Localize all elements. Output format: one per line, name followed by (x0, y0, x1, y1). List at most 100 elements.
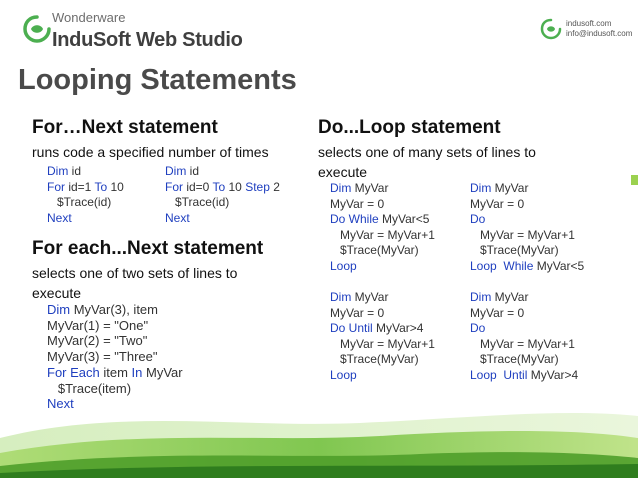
loop-until-code-sample: Dim MyVar MyVar = 0 Do MyVar = MyVar+1 $Tr… (470, 290, 578, 383)
for-next-code-sample-a: Dim id For id=1 To 10 $Trace(id) Next (47, 164, 124, 226)
code-line: Do (470, 321, 578, 337)
code-text: MyVar<5 (533, 258, 585, 273)
code-keyword: Next (165, 210, 190, 225)
do-while-code-sample: Dim MyVar MyVar = 0 Do While MyVar<5 MyVar… (330, 181, 435, 274)
code-line: MyVar = 0 (470, 197, 584, 213)
code-line: Dim MyVar(3), item (47, 302, 183, 318)
code-keyword: Dim (47, 302, 71, 317)
code-keyword: Dim (330, 181, 352, 195)
code-text: $Trace(item) (47, 380, 132, 396)
code-line: MyVar = 0 (470, 306, 578, 322)
code-text: MyVar (142, 364, 183, 380)
code-text: 2 (269, 179, 280, 194)
code-line: Loop (330, 259, 435, 275)
do-until-code-sample: Dim MyVar MyVar = 0 Do Until MyVar>4 MyVar… (330, 290, 435, 383)
code-text: MyVar (491, 290, 529, 304)
code-keyword: Loop Until (470, 367, 528, 382)
code-text: MyVar(2) = "Two" (47, 333, 148, 349)
code-text: MyVar = 0 (470, 305, 525, 320)
code-text: $Trace(MyVar) (330, 243, 419, 257)
code-text: MyVar (351, 290, 389, 304)
for-each-heading: For each...Next statement (32, 238, 264, 259)
code-keyword: To (94, 179, 108, 194)
code-line: Do Until MyVar>4 (330, 321, 435, 337)
code-line: MyVar = MyVar+1 (330, 228, 435, 244)
code-line: $Trace(MyVar) (330, 243, 435, 259)
code-line: MyVar = MyVar+1 (330, 337, 435, 353)
code-text: id=0 (183, 179, 213, 194)
code-text: MyVar>4 (527, 367, 579, 382)
code-text: item (99, 364, 132, 380)
page-title: Looping Statements (18, 64, 297, 96)
code-keyword: In (131, 364, 143, 380)
contact-email: info@indusoft.com (566, 29, 633, 38)
code-text: MyVar(1) = "One" (47, 317, 149, 333)
code-line: For id=1 To 10 (47, 180, 124, 196)
code-text: MyVar = 0 (330, 196, 385, 211)
code-keyword: Do (470, 212, 486, 226)
code-text: $Trace(MyVar) (470, 243, 559, 257)
edge-decoration (631, 175, 638, 185)
code-text: MyVar (351, 181, 389, 195)
code-keyword: Loop (330, 258, 357, 273)
code-line: Dim MyVar (330, 290, 435, 306)
code-keyword: Dim (330, 290, 352, 304)
code-line: Loop While MyVar<5 (470, 259, 584, 275)
code-text: $Trace(id) (47, 195, 112, 209)
brand-top: Wonderware (52, 10, 126, 25)
code-line: Dim MyVar (470, 290, 578, 306)
code-line: Do While MyVar<5 (330, 212, 435, 228)
code-text: MyVar (491, 181, 529, 195)
code-line: Do (470, 212, 584, 228)
for-next-heading: For…Next statement (32, 117, 218, 138)
code-text: 10 (225, 179, 246, 194)
code-keyword: To (212, 179, 226, 194)
code-keyword: For (165, 179, 183, 194)
code-text: $Trace(MyVar) (330, 352, 419, 366)
code-line: $Trace(id) (165, 195, 280, 211)
code-keyword: Do While (330, 212, 379, 226)
code-line: $Trace(MyVar) (470, 243, 584, 259)
code-line: MyVar = MyVar+1 (470, 337, 578, 353)
code-line: $Trace(item) (47, 381, 183, 397)
code-line: Dim MyVar (330, 181, 435, 197)
brand-main: InduSoft Web Studio (52, 29, 243, 51)
code-text: MyVar = 0 (330, 305, 385, 320)
code-line: Loop (330, 368, 435, 384)
code-line: For Each item In MyVar (47, 365, 183, 381)
code-text: MyVar<5 (378, 212, 430, 226)
code-line: MyVar(3) = "Three" (47, 349, 183, 365)
code-line: MyVar(1) = "One" (47, 318, 183, 334)
code-text: MyVar>4 (372, 321, 424, 335)
code-line: For id=0 To 10 Step 2 (165, 180, 280, 196)
code-line: Dim id (47, 164, 124, 180)
code-text: $Trace(id) (165, 195, 230, 209)
code-text: MyVar = MyVar+1 (470, 336, 575, 351)
do-loop-heading: Do...Loop statement (318, 117, 501, 138)
code-line: $Trace(MyVar) (330, 352, 435, 368)
code-text: id (186, 164, 200, 178)
code-line: Dim id (165, 164, 280, 180)
for-each-code-sample: Dim MyVar(3), item MyVar(1) = "One" MyVar(… (47, 302, 183, 412)
code-text: MyVar(3) = "Three" (47, 349, 158, 365)
code-keyword: Dim (470, 181, 492, 195)
code-keyword: Dim (165, 164, 187, 178)
contact-web: indusoft.com (566, 19, 612, 28)
code-text: MyVar = 0 (470, 196, 525, 211)
code-keyword: For Each (47, 364, 100, 380)
code-line: MyVar = 0 (330, 306, 435, 322)
code-keyword: Next (47, 210, 72, 225)
loop-while-code-sample: Dim MyVar MyVar = 0 Do MyVar = MyVar+1 $Tr… (470, 181, 584, 274)
for-each-description: selects one of two sets of lines to exec… (32, 265, 238, 301)
indusoft-logo-icon (23, 15, 51, 43)
code-line: Next (165, 211, 280, 227)
code-line: MyVar = MyVar+1 (470, 228, 584, 244)
code-text: MyVar = MyVar+1 (330, 336, 435, 351)
code-keyword: Do Until (330, 321, 373, 335)
code-line: MyVar(2) = "Two" (47, 333, 183, 349)
code-keyword: Loop (330, 367, 357, 382)
contact-logo-icon (540, 18, 562, 40)
code-keyword: Dim (47, 164, 69, 178)
for-next-code-sample-b: Dim id For id=0 To 10 Step 2 $Trace(id) Ne… (165, 164, 280, 226)
code-text: id (68, 164, 82, 178)
